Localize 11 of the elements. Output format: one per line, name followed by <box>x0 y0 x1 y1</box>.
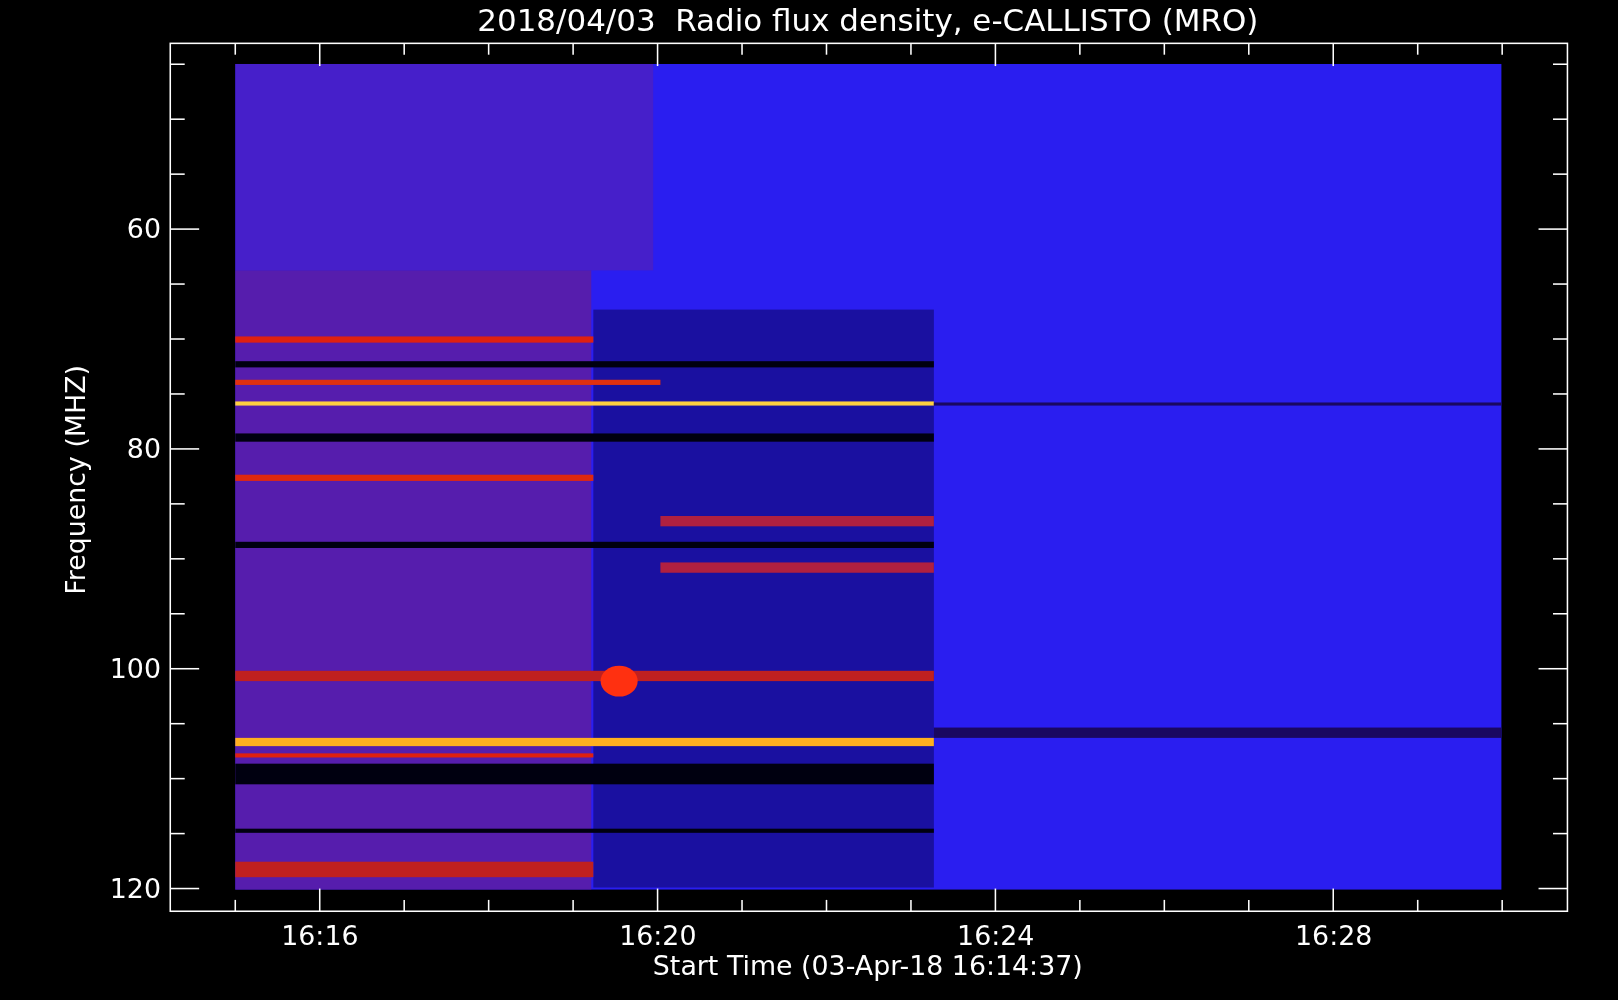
x-axis-label: Start Time (03-Apr-18 16:14:37) <box>652 950 1083 982</box>
x-tick-label: 16:28 <box>1295 920 1373 952</box>
x-tick-label: 16:24 <box>957 920 1035 952</box>
y-tick-label: 120 <box>109 872 161 904</box>
y-tick-label: 80 <box>126 433 161 465</box>
x-tick-label: 16:16 <box>281 920 359 952</box>
y-tick-label: 100 <box>109 653 161 684</box>
y-axis-label: Frequency (MHZ) <box>59 365 91 595</box>
chart-title: 2018/04/03 Radio flux density, e-CALLISTO (MRO) <box>477 1 1259 38</box>
x-tick-label: 16:20 <box>619 920 697 952</box>
y-tick-label: 60 <box>126 213 161 245</box>
